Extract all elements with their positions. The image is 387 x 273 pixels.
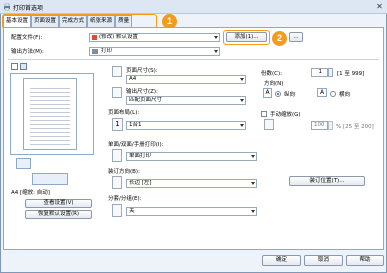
output-size-value: 匹配页面尺寸 [129,97,163,103]
preview-text-lines [30,85,70,145]
manual-scaling-input[interactable]: 100 [311,121,328,130]
output-method-value: 打印 [101,48,113,54]
collate-icon [112,204,122,217]
collate-value: 关 [129,208,135,214]
binding-label: 装订方向(B): [108,169,140,175]
scaling-spinner[interactable] [328,121,333,130]
manual-scaling-range: % [25 至 200] [336,124,374,130]
add-profile-button[interactable]: 添加(1)... [226,32,267,42]
profile-label: 配置文件(F): [11,35,43,41]
page-size-select[interactable]: A4 [126,75,246,84]
manual-scaling-label: 手动缩放(G) [270,112,301,118]
copies-spinner[interactable] [328,68,333,77]
ok-button[interactable]: 确定 [262,255,301,266]
chevron-down-icon [240,78,244,81]
edit-profile-button[interactable]: ... [289,32,303,42]
printer-icon [3,3,11,11]
binding-select[interactable]: 长边 [左] [126,179,257,188]
page-layout-value: 1合1 [129,122,142,128]
copies-label: 份数(C): [261,71,282,77]
chevron-down-icon [251,182,255,185]
close-icon[interactable]: ✕ [374,1,385,12]
view-settings-button[interactable]: 查看设置(V) [25,199,92,208]
chevron-down-icon [240,99,244,102]
output-method-select[interactable]: 打印 [89,47,220,56]
output-size-select[interactable]: 匹配页面尺寸 [126,96,246,105]
chevron-down-icon [214,36,218,39]
output-method-label: 输出方法(M): [11,49,44,55]
duplex-label: 单面/双面/手册打印(I): [108,142,164,148]
tab-paper-source[interactable]: 纸张来源 [87,15,116,27]
chevron-down-icon [251,155,255,158]
output-size-label: 输出尺寸(Z): [126,89,158,95]
orientation-label: 方向(N) [264,81,284,87]
tab-finishing[interactable]: 完成方式 [59,15,88,27]
duplex-select[interactable]: 单面打印 [126,152,257,161]
window-title: 打印首选项 [13,5,44,12]
page-size-icon [112,66,122,77]
portrait-radio[interactable] [275,91,281,97]
page-size-label: 页面尺寸(S): [126,68,158,74]
binding-value: 长边 [左] [129,180,152,186]
page-layout-select[interactable]: 1合1 [126,121,246,130]
collate-label: 分套/分组(E): [108,196,142,202]
profile-value: (修改) 默认设置 [99,34,139,40]
chevron-down-icon [214,50,218,53]
binding-location-button[interactable]: 装订位置(T)... [289,176,365,186]
divider [8,59,379,60]
copies-input[interactable]: 1 [311,68,328,77]
preview-mode-icon[interactable] [11,63,18,70]
landscape-radio[interactable] [330,91,336,97]
output-size-icon [112,87,122,98]
preview-page [23,78,77,150]
manual-scaling-value: 100 [314,122,325,128]
landscape-icon: A [317,88,327,97]
duplex-value: 单面打印 [129,153,152,159]
preview-caption: A4 [缩放: 自动] [11,190,50,196]
copies-range: [1 至 999] [337,71,365,77]
callout-badge-2: 2 [272,31,287,46]
printer-image-icon [16,158,31,169]
page-preview [10,73,94,155]
cancel-button[interactable]: 取消 [304,255,343,266]
scaling-icon [264,119,274,130]
tab-strip: 基本设置 页面设置 完成方式 纸张来源 质量 [3,15,133,28]
chevron-down-icon [240,124,244,127]
tab-page-setup[interactable]: 页面设置 [31,15,60,27]
restore-defaults-button[interactable]: 恢复默认设置(R) [25,210,92,219]
tab-quality[interactable]: 质量 [115,15,133,27]
settings-mode-icon[interactable] [20,63,27,70]
landscape-label: 横向 [339,92,351,98]
binding-icon [112,176,122,189]
chevron-down-icon [251,210,255,213]
copies-value: 1 [318,69,323,75]
help-button[interactable]: 帮助 [346,255,384,266]
page-layout-icon: 1 [112,118,123,131]
manual-scaling-checkbox[interactable] [261,111,267,117]
profile-select[interactable]: (修改) 默认设置 [89,33,220,42]
portrait-label: 纵向 [284,92,296,98]
printer-icon [92,49,98,54]
profile-icon [92,35,97,40]
portrait-icon: A [263,88,272,98]
paper-stack-icon [32,173,68,185]
collate-select[interactable]: 关 [126,207,257,216]
page-layout-label: 页面布局(L): [108,110,140,116]
title-bar [0,0,387,14]
duplex-icon [112,149,122,162]
page-size-value: A4 [129,76,137,82]
